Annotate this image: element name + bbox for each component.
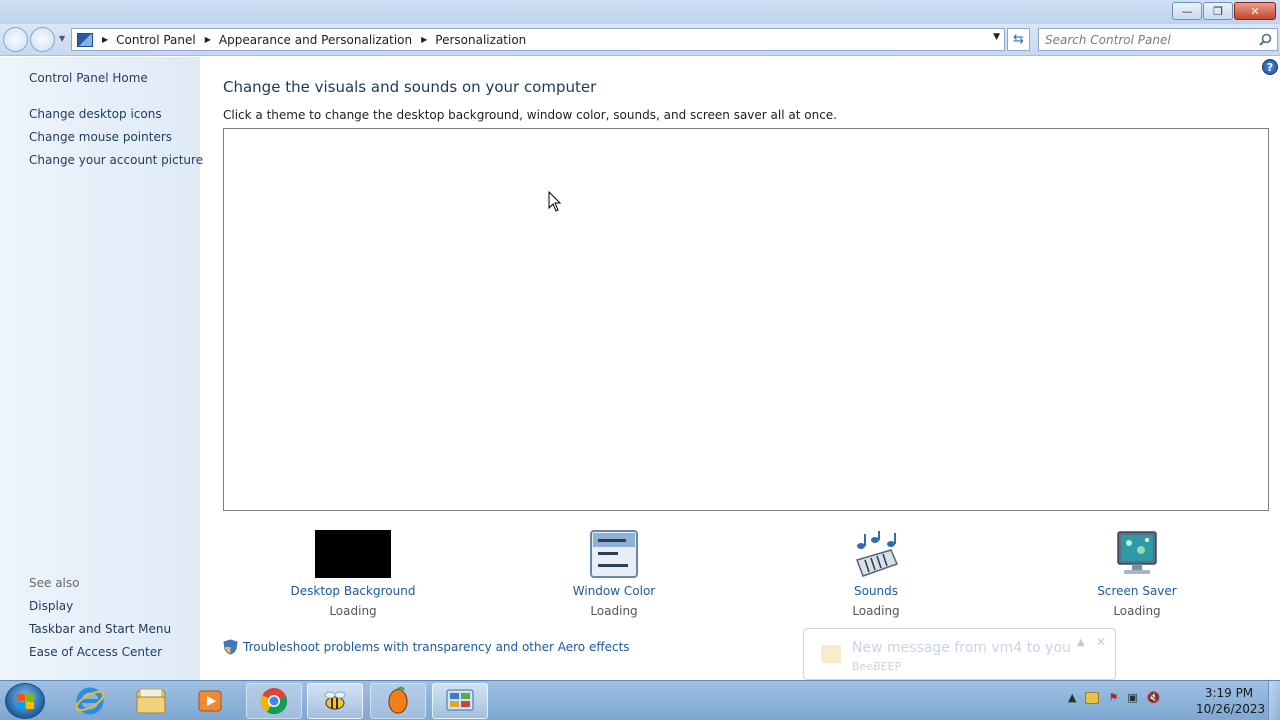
beebeep-tray-icon[interactable]	[1085, 691, 1100, 704]
close-icon: ✕	[1250, 4, 1260, 18]
task-pane: Control Panel Home Change desktop icons …	[0, 57, 203, 680]
refresh-button[interactable]: ⇆	[1007, 28, 1030, 51]
mouse-pointer-icon	[548, 191, 562, 212]
show-desktop-button[interactable]	[1268, 681, 1280, 720]
address-dropdown-icon[interactable]: ▼	[993, 32, 1000, 42]
search-input[interactable]	[1039, 29, 1249, 50]
breadcrumb-arrow-icon[interactable]: ▶	[421, 35, 427, 44]
internet-explorer-icon	[75, 687, 105, 715]
breadcrumb-personalization[interactable]: Personalization	[435, 33, 526, 47]
notification-icon	[821, 645, 841, 663]
taskbar-fl-studio[interactable]	[370, 683, 426, 719]
beebeep-icon	[324, 691, 346, 710]
search-box	[1038, 28, 1278, 51]
show-hidden-icons-icon[interactable]: ▲	[1068, 691, 1076, 704]
screen-saver-status: Loading	[1113, 604, 1161, 618]
sounds-icon	[856, 531, 899, 577]
breadcrumb-control-panel[interactable]: Control Panel	[116, 33, 196, 47]
clock-date: 10/26/2023	[1196, 702, 1266, 716]
maximize-button[interactable]: ❐	[1203, 2, 1233, 20]
taskbar-beebeep[interactable]	[307, 683, 363, 719]
notification-message: New message from vm4 to you	[852, 640, 1071, 656]
help-icon[interactable]: ?	[1262, 59, 1278, 75]
close-button[interactable]: ✕	[1234, 2, 1276, 20]
file-explorer-icon	[136, 688, 166, 714]
taskbar-control-panel[interactable]	[432, 683, 488, 719]
page-description: Click a theme to change the desktop back…	[223, 108, 837, 122]
sounds-link[interactable]: Sounds	[796, 584, 956, 598]
chrome-icon	[260, 688, 288, 715]
control-panel-icon	[77, 32, 93, 47]
control-panel-icon	[446, 689, 474, 711]
back-button[interactable]	[3, 27, 28, 52]
troubleshoot-link-text[interactable]: Troubleshoot problems with transparency …	[243, 640, 630, 654]
ease-of-access-link[interactable]: Ease of Access Center	[29, 645, 162, 659]
breadcrumb-arrow-icon[interactable]: ▶	[102, 35, 108, 44]
window-color-link[interactable]: Window Color	[534, 584, 694, 598]
window-controls: — ❐ ✕	[1172, 2, 1276, 20]
restore-icon: ❐	[1213, 4, 1223, 18]
change-desktop-icons-link[interactable]: Change desktop icons	[29, 107, 162, 121]
system-tray: ▲ ⚑ ▣ 🔇	[1068, 691, 1160, 704]
taskbar-internet-explorer[interactable]	[62, 683, 118, 719]
search-icon[interactable]	[1259, 33, 1272, 46]
see-also-heading: See also	[29, 576, 80, 590]
desktop-background-status: Loading	[329, 604, 377, 618]
taskbar-chrome[interactable]	[246, 683, 302, 719]
navigation-bar: ▼ ▶ Control Panel ▶ Appearance and Perso…	[0, 24, 1280, 56]
theme-list[interactable]	[223, 128, 1269, 511]
network-icon[interactable]: ▣	[1127, 691, 1137, 704]
window-color-item[interactable]: Window Color Loading	[534, 530, 694, 618]
control-panel-home-link[interactable]: Control Panel Home	[29, 71, 148, 85]
address-bar[interactable]: ▶ Control Panel ▶ Appearance and Persona…	[71, 28, 1005, 51]
pin-icon[interactable]: ▲	[1077, 637, 1085, 648]
desktop-background-item[interactable]: Desktop Background Loading	[273, 530, 433, 618]
window-title-bar: — ❐ ✕	[0, 0, 1280, 24]
troubleshoot-link[interactable]: Troubleshoot problems with transparency …	[223, 639, 630, 655]
breadcrumb-arrow-icon[interactable]: ▶	[205, 35, 211, 44]
change-mouse-pointers-link[interactable]: Change mouse pointers	[29, 130, 172, 144]
forward-button[interactable]	[30, 27, 55, 52]
sounds-status: Loading	[852, 604, 900, 618]
taskbar-start-menu-link[interactable]: Taskbar and Start Menu	[29, 622, 171, 636]
notification-source: BeeBEEP	[852, 660, 902, 673]
taskbar: ▲ ⚑ ▣ 🔇 3:19 PM 10/26/2023	[0, 680, 1280, 720]
action-center-icon[interactable]: ⚑	[1108, 691, 1118, 704]
minimize-button[interactable]: —	[1172, 2, 1202, 20]
display-link[interactable]: Display	[29, 599, 73, 613]
sounds-item[interactable]: Sounds Loading	[796, 530, 956, 618]
desktop-background-link[interactable]: Desktop Background	[273, 584, 433, 598]
refresh-icon: ⇆	[1013, 32, 1024, 47]
change-account-picture-link[interactable]: Change your account picture	[29, 153, 203, 167]
security-shield-icon	[223, 639, 238, 655]
window-color-icon	[590, 530, 638, 578]
screen-saver-item[interactable]: Screen Saver Loading	[1057, 530, 1217, 618]
fl-studio-icon	[388, 686, 408, 714]
notification-popup[interactable]: New message from vm4 to you BeeBEEP ▲ ✕	[803, 628, 1116, 680]
recent-pages-chevron-icon[interactable]: ▼	[59, 34, 65, 43]
windows-logo-icon	[17, 694, 34, 709]
minimize-icon: —	[1181, 4, 1193, 18]
page-title: Change the visuals and sounds on your co…	[223, 78, 597, 96]
taskbar-media-player[interactable]	[182, 683, 238, 719]
volume-muted-icon[interactable]: 🔇	[1147, 691, 1161, 704]
screen-saver-link[interactable]: Screen Saver	[1057, 584, 1217, 598]
taskbar-file-explorer[interactable]	[123, 683, 179, 719]
desktop-background-thumbnail	[315, 530, 391, 578]
clock-time: 3:19 PM	[1204, 686, 1254, 700]
breadcrumb-appearance[interactable]: Appearance and Personalization	[219, 33, 412, 47]
system-clock[interactable]: 3:19 PM 10/26/2023	[1196, 685, 1266, 717]
close-notification-icon[interactable]: ✕	[1096, 635, 1106, 649]
screen-saver-icon	[1117, 531, 1157, 574]
start-button[interactable]	[5, 683, 45, 719]
window-color-status: Loading	[590, 604, 638, 618]
media-player-icon	[198, 690, 222, 712]
